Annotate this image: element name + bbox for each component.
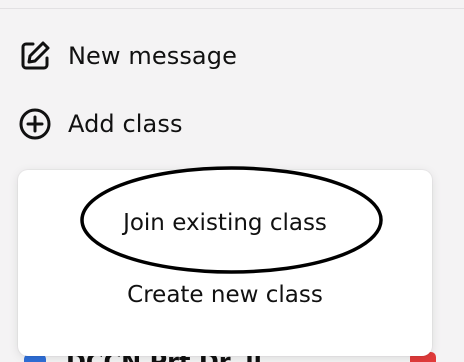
join-existing-class-option[interactable]: Join existing class — [18, 210, 432, 236]
new-message-label: New message — [68, 42, 237, 70]
add-class-label: Add class — [68, 110, 183, 138]
plus-circle-icon — [18, 107, 52, 141]
top-divider — [0, 8, 464, 9]
create-new-class-option[interactable]: Create new class — [18, 282, 432, 308]
new-message-button[interactable]: New message — [18, 36, 237, 76]
add-class-button[interactable]: Add class — [18, 104, 183, 144]
compose-icon — [18, 39, 52, 73]
add-class-dropdown: Join existing class Create new class — [18, 170, 432, 356]
